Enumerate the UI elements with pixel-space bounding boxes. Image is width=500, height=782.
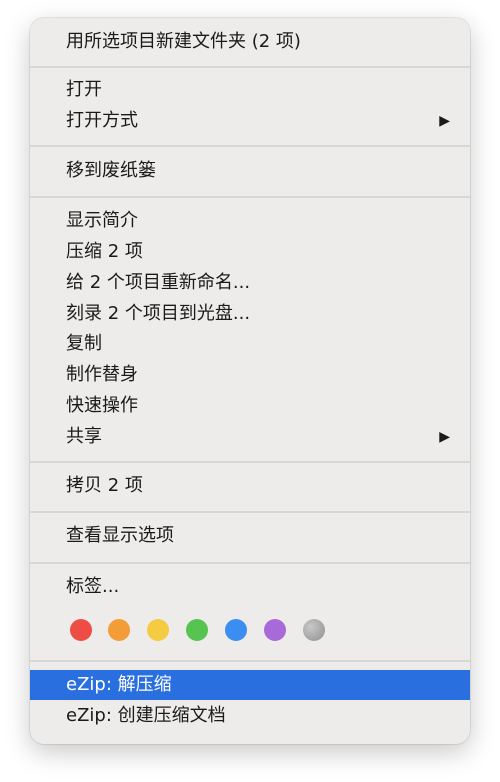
menu-item-open-with[interactable]: 打开方式 ▶ — [30, 106, 470, 136]
menu-item-label: 制作替身 — [66, 364, 138, 385]
chevron-right-icon: ▶ — [439, 429, 450, 445]
menu-item-label: 用所选项目新建文件夹 (2 项) — [66, 31, 301, 52]
menu-item-copy[interactable]: 拷贝 2 项 — [30, 471, 470, 501]
menu-item-label: 给 2 个项目重新命名... — [66, 272, 251, 293]
menu-item-ezip-extract[interactable]: eZip: 解压缩 — [30, 670, 470, 700]
menu-item-label: 查看显示选项 — [66, 525, 174, 546]
tag-yellow-icon[interactable] — [147, 619, 169, 641]
tag-green-icon[interactable] — [186, 619, 208, 641]
menu-item-rename[interactable]: 给 2 个项目重新命名... — [30, 268, 470, 298]
menu-item-ezip-create-archive[interactable]: eZip: 创建压缩文档 — [30, 701, 470, 731]
menu-separator — [30, 562, 470, 564]
tag-gray-icon[interactable] — [303, 619, 325, 641]
menu-item-label: 标签... — [66, 576, 120, 597]
menu-item-label: 拷贝 2 项 — [66, 475, 143, 496]
menu-item-open[interactable]: 打开 — [30, 75, 470, 105]
menu-item-burn-to-disc[interactable]: 刻录 2 个项目到光盘... — [30, 299, 470, 329]
menu-item-tags[interactable]: 标签... — [30, 572, 470, 602]
menu-item-move-to-trash[interactable]: 移到废纸篓 — [30, 156, 470, 186]
tag-red-icon[interactable] — [70, 619, 92, 641]
menu-item-new-folder-with-selection[interactable]: 用所选项目新建文件夹 (2 项) — [30, 27, 470, 57]
context-menu: 用所选项目新建文件夹 (2 项) 打开 打开方式 ▶ 移到废纸篓 显示简介 压缩… — [30, 18, 470, 744]
tag-blue-icon[interactable] — [225, 619, 247, 641]
menu-item-label: 刻录 2 个项目到光盘... — [66, 303, 251, 324]
menu-item-share[interactable]: 共享 ▶ — [30, 422, 470, 452]
menu-separator — [30, 145, 470, 147]
menu-item-label: 复制 — [66, 333, 102, 354]
menu-separator — [30, 461, 470, 463]
menu-item-label: 压缩 2 项 — [66, 241, 143, 262]
menu-item-label: 快速操作 — [66, 395, 138, 416]
menu-item-label: eZip: 解压缩 — [66, 674, 172, 695]
menu-separator — [30, 511, 470, 513]
menu-item-show-view-options[interactable]: 查看显示选项 — [30, 521, 470, 551]
menu-item-label: 打开方式 — [66, 110, 138, 131]
menu-item-make-alias[interactable]: 制作替身 — [30, 360, 470, 390]
menu-item-label: eZip: 创建压缩文档 — [66, 705, 226, 726]
menu-separator — [30, 66, 470, 68]
menu-item-label: 打开 — [66, 79, 102, 100]
menu-item-label: 共享 — [66, 426, 102, 447]
menu-separator — [30, 660, 470, 662]
menu-item-get-info[interactable]: 显示简介 — [30, 206, 470, 236]
menu-separator — [30, 196, 470, 198]
menu-item-duplicate[interactable]: 复制 — [30, 329, 470, 359]
menu-item-compress[interactable]: 压缩 2 项 — [30, 237, 470, 267]
menu-item-quick-actions[interactable]: 快速操作 — [30, 391, 470, 421]
chevron-right-icon: ▶ — [439, 113, 450, 129]
tag-purple-icon[interactable] — [264, 619, 286, 641]
menu-item-label: 移到废纸篓 — [66, 160, 156, 181]
tag-orange-icon[interactable] — [108, 619, 130, 641]
menu-item-label: 显示简介 — [66, 210, 138, 231]
